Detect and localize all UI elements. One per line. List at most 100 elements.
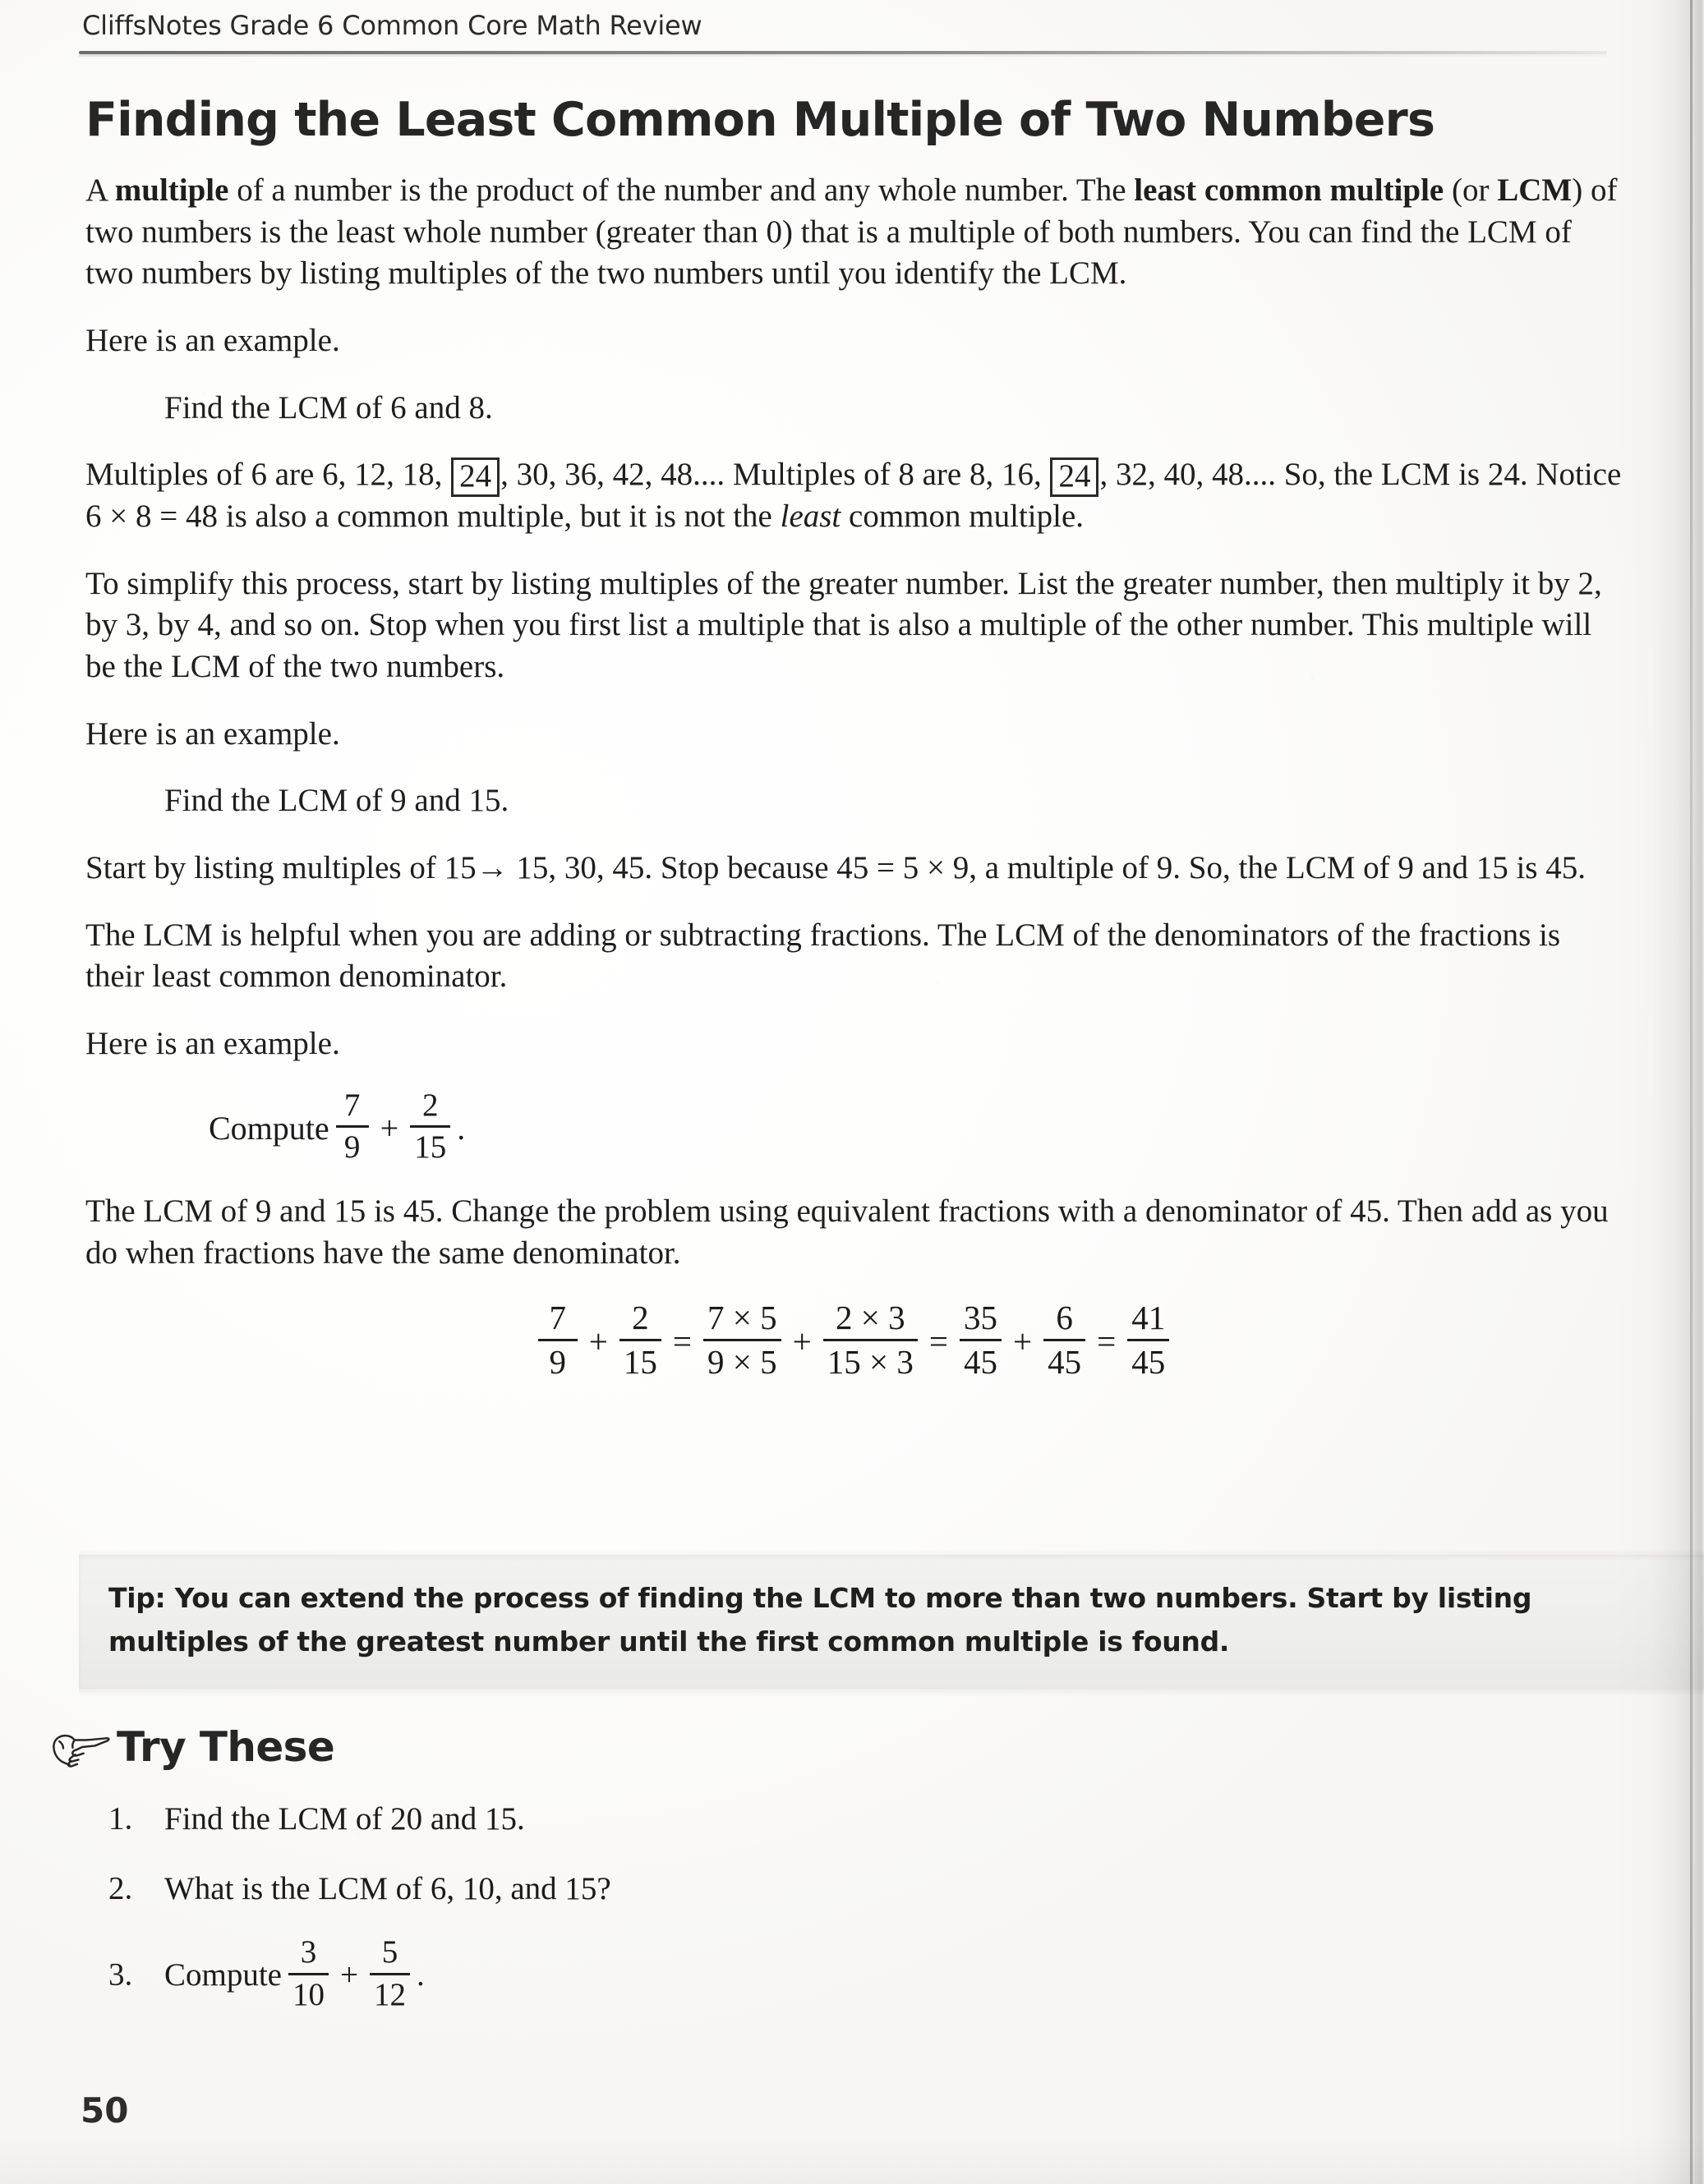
running-head-rule bbox=[79, 51, 1607, 57]
equation-operator-plus-2: + bbox=[792, 1322, 812, 1361]
fraction-denominator: 9 × 5 bbox=[707, 1342, 777, 1381]
fraction-numerator: 2 × 3 bbox=[836, 1299, 905, 1337]
fraction-numerator: 2 bbox=[421, 1087, 439, 1123]
intro-text-3: (or bbox=[1444, 172, 1498, 208]
paragraph-simplify-process: To simplify this process, start by listi… bbox=[85, 565, 1602, 685]
exercise-list: Find the LCM of 20 and 15. What is the L… bbox=[107, 1799, 1397, 2041]
fraction-numerator: 7 bbox=[343, 1087, 361, 1123]
equation-equals-1: = bbox=[672, 1322, 692, 1361]
fraction-numerator: 41 bbox=[1131, 1299, 1166, 1337]
fraction-bar bbox=[410, 1125, 451, 1129]
example-find-lcm-6-8: Find the LCM of 6 and 8. bbox=[164, 389, 493, 425]
equation-operator-plus-3: + bbox=[1013, 1322, 1033, 1361]
fraction-numerator: 35 bbox=[964, 1299, 997, 1337]
tip-callout-box: Tip: You can extend the process of findi… bbox=[79, 1549, 1704, 1696]
paragraph-intro: A multiple of a number is the product of… bbox=[85, 170, 1622, 295]
fraction-denominator: 45 bbox=[964, 1342, 997, 1381]
equation-fraction-1: 7 9 bbox=[537, 1299, 578, 1381]
page-edge-shadow bbox=[1614, 0, 1704, 2184]
equation-equals-2: = bbox=[928, 1322, 948, 1361]
paragraph-here-example-2: Here is an example. bbox=[85, 715, 340, 752]
multiples-text-b: , 30, 36, 42, 48.... Multiples of 8 are … bbox=[500, 457, 1050, 493]
example-find-lcm-9-15: Find the LCM of 9 and 15. bbox=[164, 783, 509, 819]
plus-operator: + bbox=[380, 1110, 399, 1147]
fraction-denominator: 15 bbox=[623, 1342, 657, 1381]
fraction-denominator: 12 bbox=[374, 1976, 406, 2012]
page-edge-line bbox=[1690, 0, 1692, 2184]
scanned-page: CliffsNotes Grade 6 Common Core Math Rev… bbox=[0, 0, 1704, 2184]
equation-fraction-3: 7 × 5 9 × 5 bbox=[703, 1300, 781, 1379]
boxed-number-24-second: 24 bbox=[1050, 457, 1099, 498]
fraction-numerator: 3 bbox=[300, 1934, 317, 1970]
fraction-denominator: 45 bbox=[1131, 1342, 1166, 1381]
exercise-3-label: Compute bbox=[164, 1957, 282, 1993]
fraction-denominator: 15 × 3 bbox=[827, 1342, 914, 1381]
equation-fraction-4: 2 × 3 15 × 3 bbox=[822, 1299, 918, 1381]
try-these-label: Try These bbox=[117, 1723, 335, 1771]
display-equation: 7 9 + 2 15 = 7 × 5 9 × 5 + 2 × 3 15 × 3 bbox=[85, 1299, 1622, 1381]
multiples-text-a: Multiples of 6 are 6, 12, 18, bbox=[85, 457, 451, 493]
page-bottom-shadow bbox=[0, 2135, 1704, 2184]
list-item: Find the LCM of 20 and 15. bbox=[164, 1799, 1397, 1841]
equation-equals-3: = bbox=[1097, 1322, 1117, 1361]
compute-label: Compute bbox=[209, 1110, 329, 1147]
exercise-2-text: What is the LCM of 6, 10, and 15? bbox=[164, 1870, 611, 1906]
paragraph-here-example-1: Here is an example. bbox=[85, 322, 340, 358]
page-title: Finding the Least Common Multiple of Two… bbox=[85, 93, 1435, 147]
intro-bold-multiple: multiple bbox=[114, 172, 229, 208]
list-item: What is the LCM of 6, 10, and 15? bbox=[164, 1869, 1397, 1910]
multiples-italic-least: least bbox=[780, 498, 841, 534]
fraction-bar bbox=[1127, 1338, 1170, 1341]
content-column: Finding the Least Common Multiple of Two… bbox=[85, 94, 1622, 1409]
exercise-3-fraction-3-over-10: 3 10 bbox=[288, 1936, 329, 2012]
fraction-denominator: 10 bbox=[292, 1976, 325, 2012]
fraction-2-over-15: 2 15 bbox=[410, 1087, 451, 1166]
exercise-3-fraction-5-over-12: 5 12 bbox=[370, 1936, 410, 2012]
fraction-numerator: 5 bbox=[381, 1934, 398, 1970]
equation-fraction-6: 6 45 bbox=[1043, 1299, 1086, 1381]
page-number: 50 bbox=[81, 2090, 129, 2131]
fraction-numerator: 7 × 5 bbox=[707, 1299, 777, 1337]
paragraph-start-listing: Start by listing multiples of 15→ 15, 30… bbox=[85, 850, 1586, 886]
exercise-3-plus-operator: + bbox=[340, 1957, 358, 1993]
intro-text-2: of a number is the product of the number… bbox=[228, 172, 1135, 208]
equation-fraction-5: 35 45 bbox=[960, 1300, 1002, 1379]
fraction-bar bbox=[619, 1338, 661, 1341]
fraction-denominator: 9 bbox=[549, 1342, 567, 1381]
intro-text-1: A bbox=[85, 172, 115, 208]
fraction-bar bbox=[288, 1972, 329, 1975]
compute-period: . bbox=[457, 1110, 466, 1147]
fraction-bar bbox=[822, 1338, 918, 1341]
paragraph-here-example-3: Here is an example. bbox=[85, 1026, 340, 1062]
fraction-numerator: 6 bbox=[1056, 1299, 1073, 1337]
compute-example-expression: Compute 7 9 + 2 15 . bbox=[209, 1087, 1622, 1166]
exercise-3-period: . bbox=[417, 1957, 425, 1993]
fraction-bar bbox=[537, 1338, 578, 1341]
paragraph-multiples: Multiples of 6 are 6, 12, 18, 24, 30, 36… bbox=[85, 454, 1622, 537]
multiples-text-d: common multiple. bbox=[840, 498, 1084, 534]
fraction-numerator: 7 bbox=[549, 1299, 567, 1337]
fraction-denominator: 45 bbox=[1048, 1342, 1082, 1381]
fraction-bar bbox=[370, 1972, 410, 1975]
running-head: CliffsNotes Grade 6 Common Core Math Rev… bbox=[82, 10, 702, 41]
boxed-number-24-first: 24 bbox=[451, 457, 500, 498]
fraction-bar bbox=[1043, 1338, 1086, 1341]
list-item: Compute 3 10 + 5 12 . bbox=[164, 1936, 1397, 2013]
equation-operator-plus-1: + bbox=[588, 1322, 608, 1361]
fraction-bar bbox=[703, 1338, 781, 1341]
intro-bold-lcm-phrase: least common multiple bbox=[1134, 172, 1444, 208]
try-these-heading: Try These bbox=[48, 1723, 335, 1771]
paragraph-lcm-45-explanation: The LCM of 9 and 15 is 45. Change the pr… bbox=[85, 1193, 1609, 1271]
equation-fraction-2: 2 15 bbox=[619, 1300, 661, 1379]
equation-fraction-result: 41 45 bbox=[1127, 1299, 1170, 1381]
intro-bold-lcm: LCM bbox=[1497, 172, 1573, 208]
exercise-1-text: Find the LCM of 20 and 15. bbox=[164, 1801, 525, 1837]
fraction-denominator: 15 bbox=[414, 1129, 447, 1166]
fraction-numerator: 2 bbox=[632, 1299, 649, 1337]
paragraph-lcm-helpful: The LCM is helpful when you are adding o… bbox=[85, 917, 1561, 995]
tip-text: Tip: You can extend the process of findi… bbox=[108, 1582, 1532, 1658]
fraction-denominator: 9 bbox=[343, 1129, 361, 1166]
fraction-bar bbox=[960, 1338, 1002, 1341]
fraction-bar bbox=[335, 1125, 369, 1129]
pointing-hand-icon bbox=[53, 1734, 110, 1768]
